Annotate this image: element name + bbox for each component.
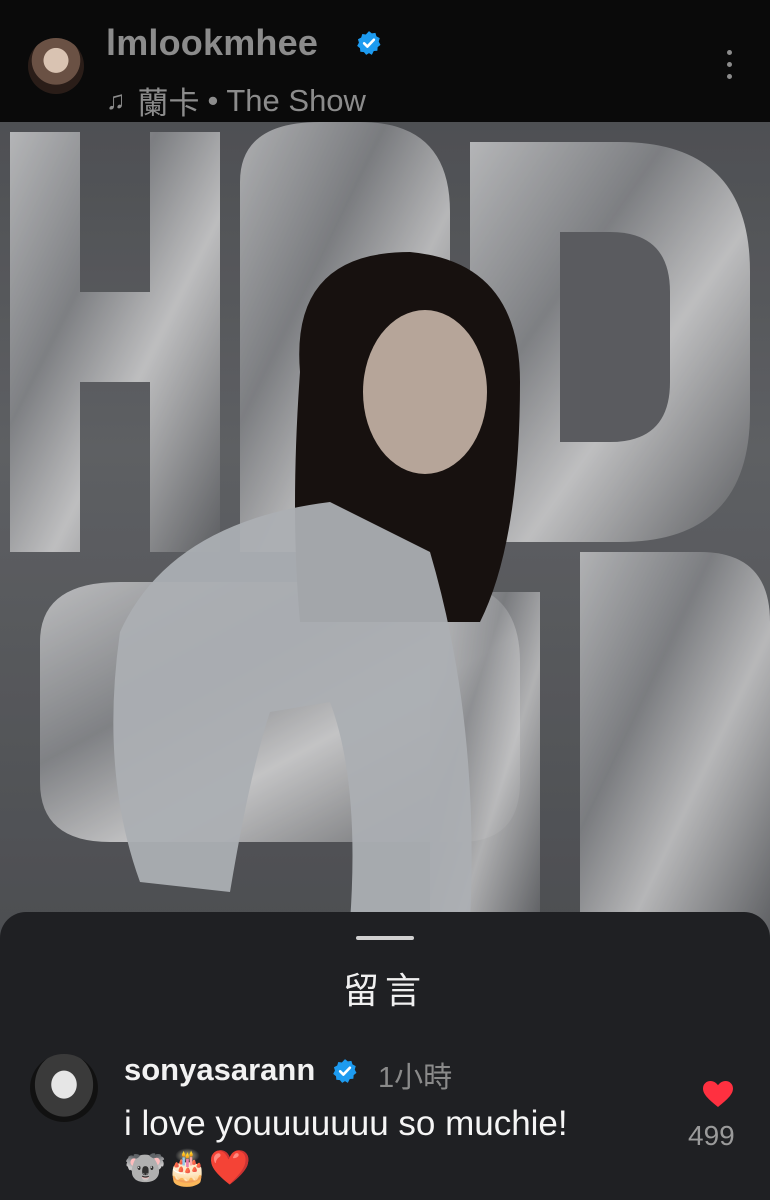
verified-badge-icon [333, 1059, 357, 1083]
music-note-icon: ♫ [106, 85, 126, 115]
comments-title: 留言 [342, 970, 427, 1011]
music-artist: 蘭卡 [137, 86, 200, 121]
commenter-username[interactable]: sonyasarann [124, 1052, 315, 1088]
music-song: The Show [226, 82, 366, 118]
verified-badge-icon [357, 31, 381, 55]
photo-dim-overlay [0, 122, 770, 942]
comments-sheet: 留言 sonyasarann 1小時 i love youuuuuuu so m… [0, 912, 770, 1200]
like-heart-icon[interactable] [702, 1080, 734, 1108]
more-options-icon[interactable] [720, 50, 738, 84]
author-username[interactable]: lmlookmhee [106, 22, 318, 64]
music-separator: • [207, 82, 219, 118]
post-header: lmlookmhee ♫ 蘭卡 • The Show [0, 0, 770, 122]
like-count: 499 [688, 1120, 735, 1151]
sheet-drag-handle[interactable] [356, 936, 414, 940]
commenter-avatar[interactable] [30, 1054, 98, 1122]
comment-emojis: 🐨🎂❤️ [124, 1149, 252, 1187]
comment-timestamp: 1小時 [378, 1062, 453, 1094]
comment-text: i love youuuuuuu so muchie! [124, 1104, 568, 1143]
music-attribution[interactable]: ♫ 蘭卡 • The Show [106, 78, 366, 123]
post-photo[interactable] [0, 122, 770, 942]
author-avatar[interactable] [28, 38, 84, 94]
